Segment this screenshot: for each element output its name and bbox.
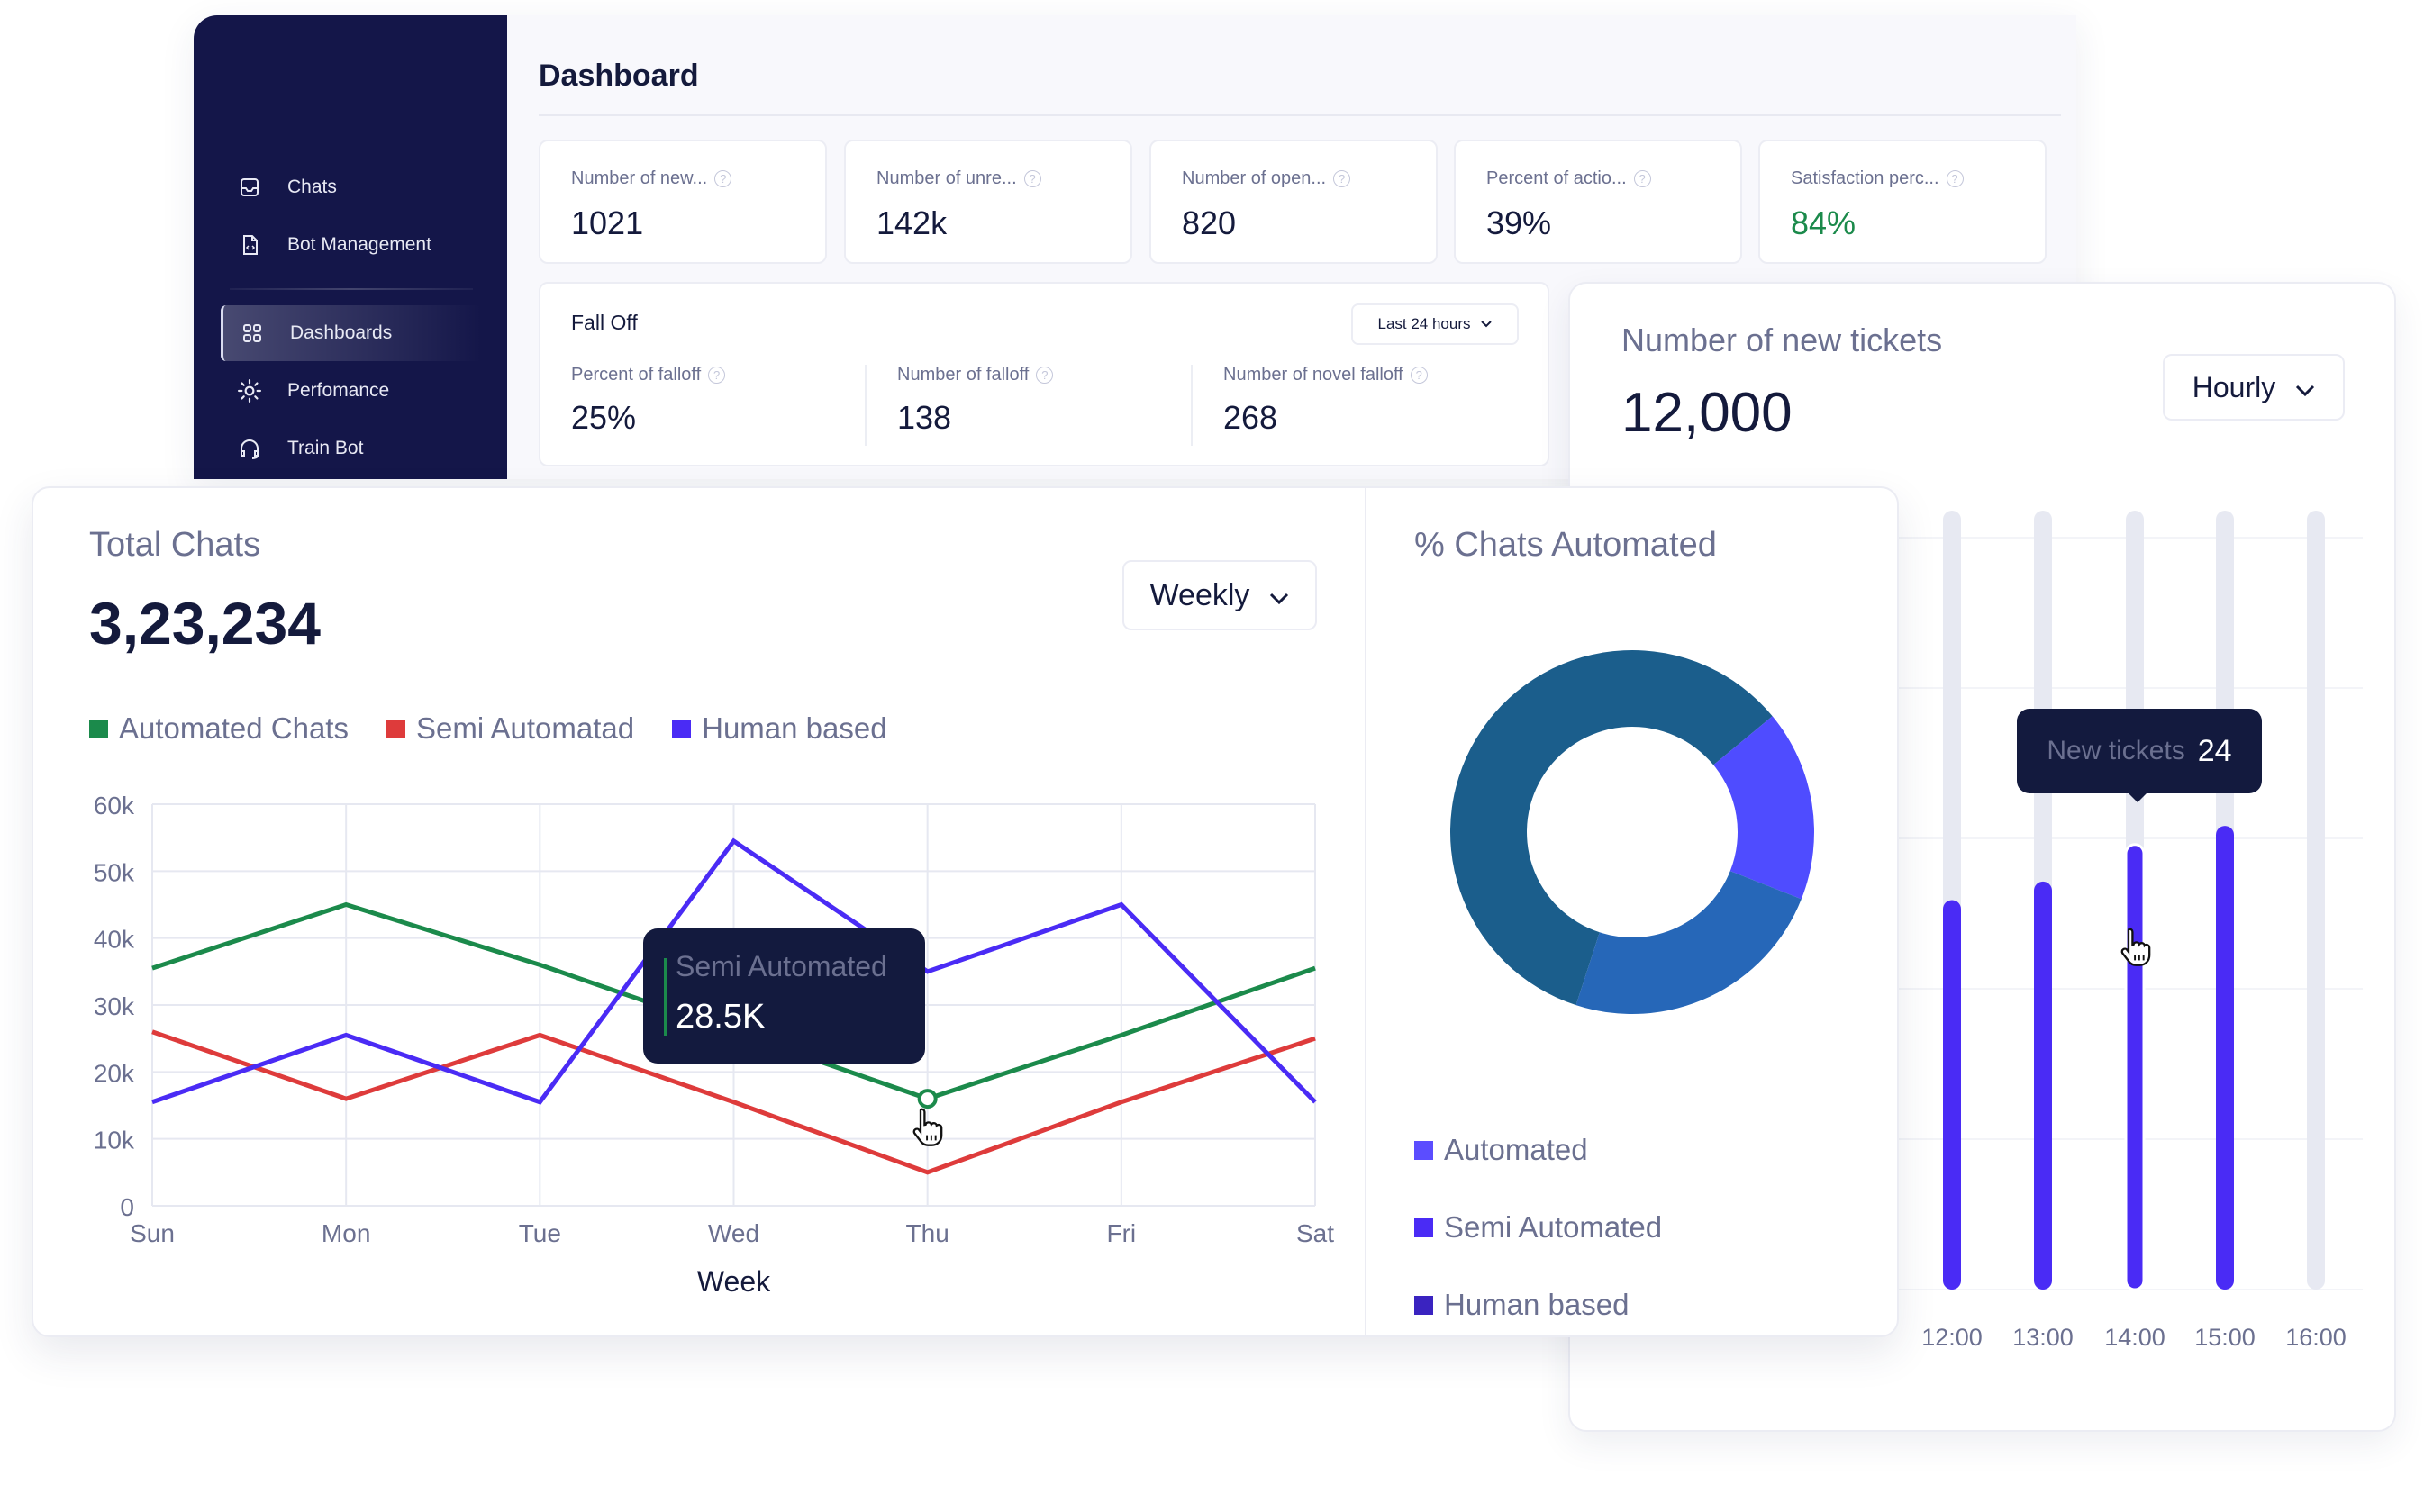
tooltip-value: 24 xyxy=(2197,733,2232,768)
x-tick-label: 16:00 xyxy=(2285,1324,2347,1351)
sidebar-item-performance[interactable]: Perfomance xyxy=(221,363,482,419)
stat-label: Number of unre... xyxy=(876,168,1017,188)
hand-cursor-icon xyxy=(2120,928,2151,966)
donut-legend: Automated Semi Automated Human based xyxy=(1414,1111,1662,1344)
stat-label: Percent of actio... xyxy=(1486,168,1627,188)
sidebar-item-train-bot[interactable]: Train Bot xyxy=(221,421,482,476)
donut-slice-human-based xyxy=(1575,871,1802,1014)
help-icon[interactable]: ? xyxy=(1333,170,1351,187)
sidebar-item-chats[interactable]: Chats xyxy=(221,159,482,215)
falloff-metric: Number of falloff? 138 xyxy=(897,365,1194,446)
x-tick-label: 15:00 xyxy=(2194,1324,2256,1351)
bar xyxy=(2034,881,2052,1290)
help-icon[interactable]: ? xyxy=(1633,170,1651,187)
stat-value: 39% xyxy=(1486,204,1552,241)
help-icon[interactable]: ? xyxy=(714,170,732,187)
x-tick-label: 12:00 xyxy=(1921,1324,1983,1351)
tickets-tooltip: New tickets 24 xyxy=(2017,709,2262,802)
total-chats-card: Total Chats 3,23,234 Weekly Automated Ch… xyxy=(32,486,1899,1337)
hand-cursor-icon xyxy=(912,1108,943,1146)
stat-label: Percent of falloff xyxy=(571,365,702,385)
sidebar-item-label: Chats xyxy=(287,177,337,197)
legend-item[interactable]: Semi Automated xyxy=(1414,1189,1662,1266)
sidebar-item-bot-management[interactable]: Bot Management xyxy=(221,217,482,273)
legend-label: Human based xyxy=(1444,1288,1630,1321)
chevron-down-icon xyxy=(1480,315,1493,333)
help-icon[interactable]: ? xyxy=(708,367,726,384)
stat-value: 142k xyxy=(876,204,948,241)
legend-item[interactable]: Automated xyxy=(1414,1111,1662,1189)
sidebar: Chats Bot Management Dashboards Perfoman… xyxy=(194,15,507,479)
range-select[interactable]: Last 24 hours xyxy=(1351,303,1519,345)
bar xyxy=(1943,900,1961,1290)
stat-value: 84% xyxy=(1791,204,1857,241)
legend-item[interactable]: Human based xyxy=(1414,1266,1662,1344)
range-select-value: Last 24 hours xyxy=(1377,315,1471,332)
stat-card-satisfaction: Satisfaction perc...? 84% xyxy=(1758,140,2047,264)
legend-label: Semi Automated xyxy=(1444,1210,1663,1244)
legend-swatch xyxy=(1414,1295,1433,1315)
tooltip-label: New tickets xyxy=(2047,736,2185,765)
sidebar-item-label: Perfomance xyxy=(287,380,390,401)
x-tick-label: 13:00 xyxy=(2012,1324,2074,1351)
stat-value: 25% xyxy=(571,399,637,436)
stat-label: Number of falloff xyxy=(897,365,1030,385)
legend-swatch xyxy=(1414,1140,1433,1160)
x-tick-label: 14:00 xyxy=(2104,1324,2165,1351)
bar xyxy=(2124,843,2146,1291)
falloff-title: Fall Off xyxy=(571,311,638,334)
page-title: Dashboard xyxy=(539,59,699,93)
sun-icon xyxy=(237,378,262,403)
stat-value: 138 xyxy=(897,399,952,436)
stat-card-actionable: Percent of actio...? 39% xyxy=(1454,140,1742,264)
stat-card-unresolved: Number of unre...? 142k xyxy=(844,140,1132,264)
legend-swatch xyxy=(1414,1218,1433,1237)
falloff-divider xyxy=(1191,365,1193,446)
stat-value: 1021 xyxy=(571,204,644,241)
grid-icon xyxy=(240,321,265,346)
bar-track xyxy=(2307,511,2325,1290)
falloff-divider xyxy=(865,365,867,446)
headphones-icon xyxy=(237,436,262,461)
code-file-icon xyxy=(237,232,262,258)
stat-label: Number of open... xyxy=(1182,168,1327,188)
help-icon[interactable]: ? xyxy=(1023,170,1041,187)
bar xyxy=(2216,826,2234,1290)
stat-label: Number of new... xyxy=(571,168,708,188)
sidebar-item-label: Dashboards xyxy=(290,322,393,343)
inbox-icon xyxy=(237,175,262,200)
falloff-panel: Fall Off Last 24 hours Percent of fallof… xyxy=(539,282,1549,466)
falloff-metric: Percent of falloff? 25% xyxy=(571,365,868,446)
stat-value: 268 xyxy=(1223,399,1278,436)
sidebar-item-label: Train Bot xyxy=(287,438,364,458)
stat-label: Satisfaction perc... xyxy=(1791,168,1939,188)
sidebar-item-dashboards[interactable]: Dashboards xyxy=(221,305,482,361)
title-divider xyxy=(539,114,2061,116)
sidebar-divider xyxy=(230,288,473,290)
falloff-metric: Number of novel falloff? 268 xyxy=(1223,365,1521,446)
stat-label: Number of novel falloff xyxy=(1223,365,1403,385)
help-icon[interactable]: ? xyxy=(1036,367,1054,384)
legend-label: Automated xyxy=(1444,1133,1588,1166)
stat-value: 820 xyxy=(1182,204,1237,241)
help-icon[interactable]: ? xyxy=(1946,170,1964,187)
sidebar-item-label: Bot Management xyxy=(287,234,431,255)
stat-card-open: Number of open...? 820 xyxy=(1149,140,1438,264)
stat-card-new: Number of new...? 1021 xyxy=(539,140,827,264)
help-icon[interactable]: ? xyxy=(1410,367,1428,384)
